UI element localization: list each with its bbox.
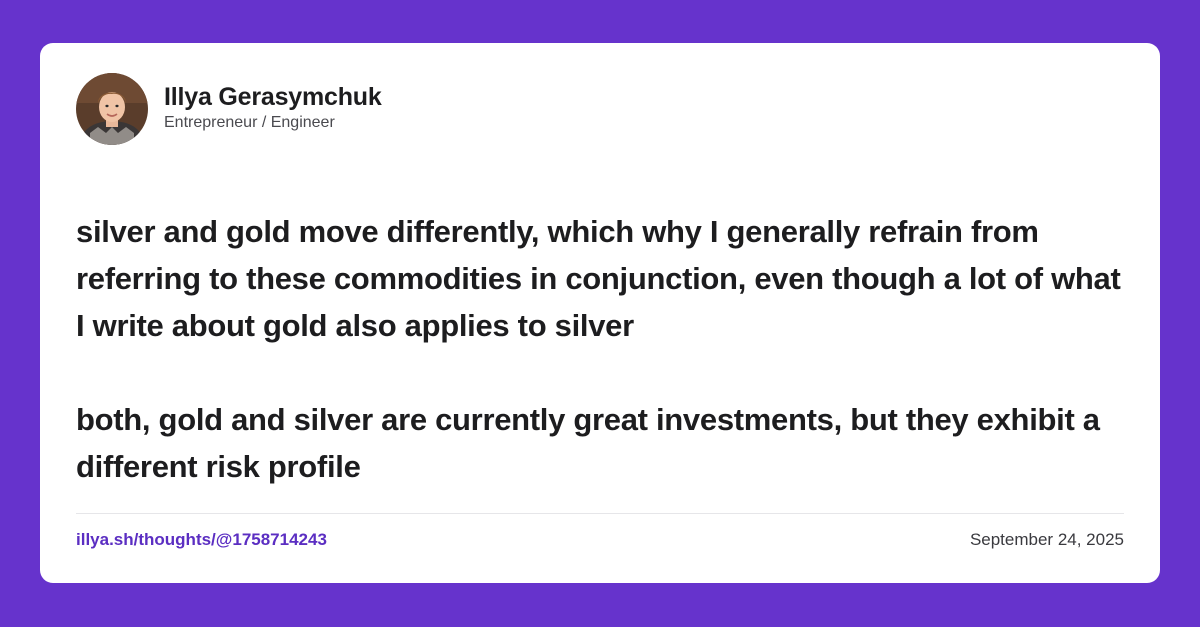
- post-date: September 24, 2025: [969, 530, 1124, 549]
- post-paragraph: silver and gold move differently, which …: [76, 214, 1121, 343]
- avatar: [76, 73, 148, 145]
- author-role: Entrepreneur / Engineer: [164, 113, 335, 131]
- post-card: Illya Gerasymchuk Entrepreneur / Enginee…: [40, 43, 1160, 583]
- post-body: silver and gold move differently, which …: [76, 208, 1136, 490]
- permalink-link[interactable]: illya.sh/thoughts/@1758714243: [76, 529, 327, 551]
- author-header: Illya Gerasymchuk Entrepreneur / Enginee…: [76, 73, 382, 145]
- post-paragraph: both, gold and silver are currently grea…: [76, 402, 1100, 484]
- author-name: Illya Gerasymchuk: [164, 82, 382, 111]
- divider: [76, 513, 1124, 514]
- author-identity: Illya Gerasymchuk Entrepreneur / Enginee…: [164, 82, 382, 133]
- post-footer: illya.sh/thoughts/@1758714243 September …: [76, 529, 1124, 551]
